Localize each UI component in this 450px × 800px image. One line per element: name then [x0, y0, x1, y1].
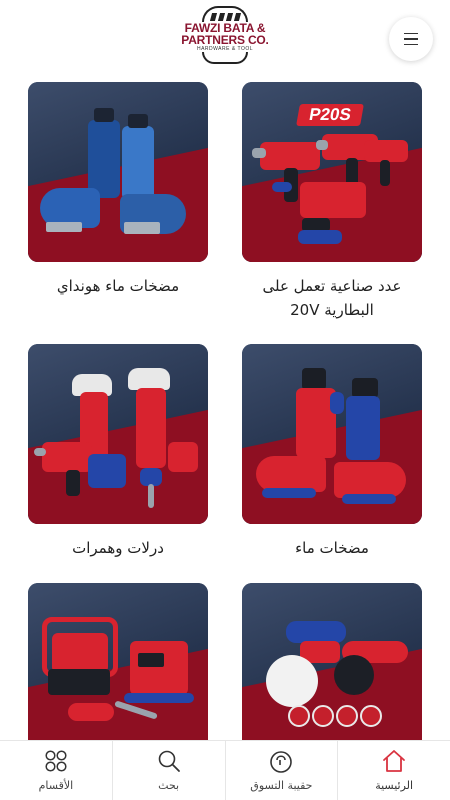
logo-emblem [202, 6, 248, 22]
categories-grid-icon [43, 748, 69, 774]
hammer-drill-body [300, 182, 366, 218]
brand-name-line2: PARTNERS CO. [181, 33, 269, 47]
nav-categories-label: الأقسام [38, 779, 74, 792]
nav-shopping-bag-label: حقيبة التسوق [250, 779, 313, 792]
submersible-pump [122, 126, 154, 200]
category-card-battery-tools[interactable]: P20S عدد صناعية تعمل على البطارية 20V [242, 82, 422, 322]
polisher-handle [286, 621, 346, 643]
brand-logo[interactable]: FAWZI BATA & PARTNERS CO. HARDWARE & TOO… [172, 6, 278, 68]
drill-body [260, 142, 320, 170]
category-image[interactable] [242, 344, 422, 524]
category-image[interactable] [28, 82, 208, 262]
nav-search-label: بحث [158, 779, 180, 792]
cutting-discs [288, 705, 384, 741]
rotary-hammer-body [42, 442, 92, 472]
heat-gun [68, 703, 114, 721]
home-icon [381, 748, 407, 774]
submersible-pump [88, 120, 120, 198]
nav-shopping-bag[interactable]: حقيبة التسوق [224, 741, 338, 800]
category-image[interactable]: P20S [242, 82, 422, 262]
shopping-bag-icon [268, 748, 294, 774]
nav-search[interactable]: بحث [111, 741, 225, 800]
demolition-hammer-body [136, 388, 166, 468]
hamburger-icon-line [404, 38, 418, 40]
search-icon [156, 748, 182, 774]
category-label[interactable]: عدد صناعية تعمل على البطارية 20V [242, 274, 422, 322]
welder-body [130, 641, 188, 695]
app-header: FAWZI BATA & PARTNERS CO. HARDWARE & TOO… [0, 0, 450, 78]
category-label[interactable]: مضخات ماء هونداي [28, 274, 208, 298]
category-card-drills-hammers[interactable]: درلات وهمرات [28, 344, 208, 560]
polishing-pad [266, 655, 318, 707]
nav-home[interactable]: الرئيسية [337, 741, 450, 800]
category-card-water-pumps[interactable]: مضخات ماء [242, 344, 422, 560]
category-card-hyundai-pumps[interactable]: مضخات ماء هونداي [28, 82, 208, 298]
pump-body [346, 396, 380, 460]
category-label[interactable]: درلات وهمرات [28, 536, 208, 560]
surface-pump [256, 456, 326, 492]
category-image[interactable] [28, 344, 208, 524]
hamburger-icon [404, 32, 418, 35]
category-image[interactable] [28, 583, 208, 763]
menu-button[interactable] [389, 17, 433, 61]
nav-categories[interactable]: الأقسام [0, 741, 112, 800]
p20s-badge: P20S [296, 104, 364, 126]
category-image[interactable] [242, 583, 422, 763]
hamburger-icon-line [404, 43, 418, 46]
logo-arc [202, 52, 248, 64]
surface-pump [334, 462, 406, 498]
generator-body [52, 633, 108, 673]
category-label[interactable]: مضخات ماء [242, 536, 422, 560]
bottom-navigation: الرئيسية حقيبة التسوق بحث الأقسام [0, 740, 450, 800]
nav-home-label: الرئيسية [375, 779, 414, 792]
